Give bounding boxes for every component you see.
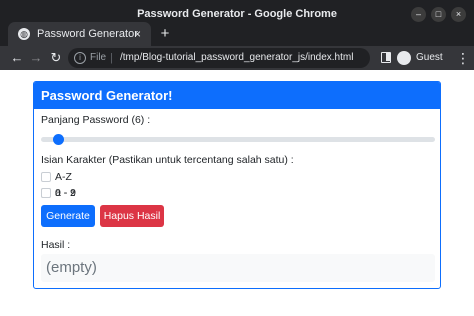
new-tab-button[interactable]: + (158, 26, 172, 42)
address-bar[interactable]: i File | /tmp/Blog-tutorial_password_gen… (68, 48, 370, 68)
globe-icon: ◍ (18, 28, 30, 40)
result-label: Hasil : (41, 239, 71, 251)
profile-label[interactable]: Guest (416, 46, 443, 70)
length-slider-track[interactable] (41, 137, 435, 142)
tab-password-generator[interactable]: ◍ Password Generator × (8, 22, 151, 46)
info-icon[interactable]: i (74, 52, 86, 64)
checkbox-digits-label: 0 - 9 (55, 187, 77, 199)
maximize-button[interactable]: □ (431, 7, 446, 22)
checkbox-digits-box[interactable] (41, 188, 51, 198)
checkbox-uppercase-box[interactable] (41, 172, 51, 182)
side-panel-icon[interactable] (381, 52, 391, 63)
tab-close-icon[interactable]: × (134, 22, 141, 46)
clear-result-button[interactable]: Hapus Hasil (100, 205, 164, 227)
guest-avatar-icon[interactable] (397, 51, 411, 65)
back-arrow-icon[interactable]: ← (9, 50, 25, 66)
card-header: Password Generator! (34, 82, 440, 109)
url-text[interactable]: /tmp/Blog-tutorial_password_generator_js… (120, 48, 353, 68)
url-scheme-label: File (90, 52, 107, 63)
length-slider-thumb[interactable] (53, 134, 64, 145)
checkbox-uppercase-label: A-Z (55, 171, 72, 183)
result-output: (empty) (41, 254, 435, 282)
generate-button[interactable]: Generate (41, 205, 95, 227)
generator-card: Password Generator! Panjang Password (6)… (33, 81, 441, 289)
tab-title: Password Generator (37, 28, 138, 40)
url-divider: | (110, 52, 113, 64)
forward-arrow-icon[interactable]: → (28, 50, 44, 66)
kebab-menu-icon[interactable]: ⋮ (456, 50, 470, 66)
length-label: Panjang Password (6) : (41, 114, 151, 126)
reload-icon[interactable]: ↻ (48, 50, 64, 66)
minimize-button[interactable]: – (411, 7, 426, 22)
close-window-button[interactable]: × (451, 7, 466, 22)
browser-toolbar: ← → ↻ i File | /tmp/Blog-tutorial_passwo… (0, 46, 474, 70)
charset-label: Isian Karakter (Pastikan untuk tercentan… (41, 154, 294, 166)
